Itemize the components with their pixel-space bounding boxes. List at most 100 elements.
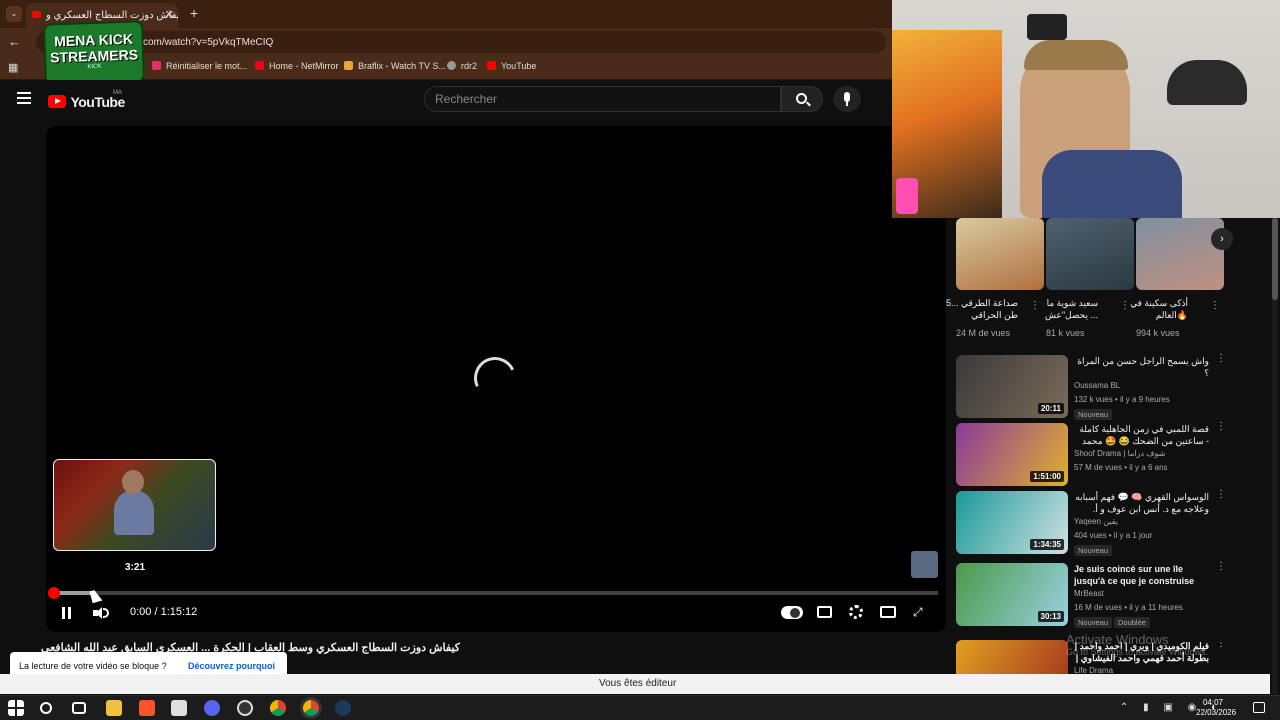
short-thumbnail[interactable] — [1046, 218, 1134, 290]
video-title-link[interactable]: Je suis coincé sur une île jusqu'à ce qu… — [1074, 563, 1209, 587]
video-duration: 20:11 — [1037, 403, 1064, 414]
short-title[interactable]: صداعة الطرقي ...5 طن الحراقي — [944, 297, 1018, 321]
bookmark-item[interactable]: Braflix - Watch TV S... — [344, 61, 446, 71]
banner-text: La lecture de votre vidéo se bloque ? — [19, 661, 167, 671]
logo-line-2: STREAMERS — [49, 46, 139, 66]
watermark-line-2: Go to Settings to activate Windows. — [1066, 647, 1209, 657]
recommendation-item[interactable]: 20:11 واش يسمح الراجل حسن من المراة ؟ Ou… — [956, 354, 1226, 420]
page-scrollbar[interactable] — [1272, 218, 1278, 694]
brave-browser-icon[interactable] — [139, 700, 155, 716]
video-thumbnail[interactable]: 20:11 — [956, 355, 1068, 418]
clock[interactable]: 04:07 22/03/2026 — [1196, 698, 1236, 718]
steam-icon[interactable] — [335, 700, 351, 716]
channel-name[interactable]: MrBeast — [1074, 589, 1104, 598]
video-menu-icon[interactable]: ⋮ — [1216, 490, 1226, 500]
video-title-link[interactable]: قصة اللمبي في زمن الجاهلية كاملة - ساعتي… — [1074, 423, 1209, 447]
video-duration: 30:13 — [1037, 611, 1064, 622]
video-thumbnail[interactable]: 30:13 — [956, 563, 1068, 626]
channel-name[interactable]: Life Drama — [1074, 666, 1113, 674]
voice-search-button[interactable] — [833, 86, 861, 112]
bookmark-icon — [447, 61, 456, 70]
bookmark-item[interactable]: Réinitialiser le mot... — [152, 61, 247, 71]
search-icon[interactable] — [40, 702, 52, 714]
editor-notice-text: Vous êtes éditeur — [599, 678, 677, 689]
bookmark-icon — [152, 61, 161, 70]
editor-notice-bar: Vous êtes éditeur — [0, 674, 1270, 694]
bookmark-icon — [255, 61, 264, 70]
video-menu-icon[interactable]: ⋮ — [1216, 640, 1226, 649]
learn-why-link[interactable]: Découvrez pourquoi — [188, 661, 275, 671]
new-tab-button[interactable]: + — [190, 5, 198, 21]
short-menu-icon[interactable]: ⋮ — [1120, 300, 1130, 311]
short-thumbnail[interactable] — [956, 218, 1044, 290]
video-meta: 16 M de vues • il y a 11 heures — [1074, 603, 1183, 612]
search-input[interactable]: Rechercher — [424, 86, 781, 112]
mena-kick-streamers-logo: MENA KICK STREAMERS KICK — [42, 20, 146, 86]
pause-button[interactable] — [61, 606, 73, 620]
recommendation-item[interactable]: 30:13 Je suis coincé sur une île jusqu'à… — [956, 562, 1226, 628]
short-thumbnail[interactable] — [1136, 218, 1224, 290]
bookmark-item[interactable]: YouTube — [487, 61, 536, 71]
windows-taskbar: ⌃ ▮ ▣ ◉ ◐ 04:07 22/03/2026 — [0, 695, 1280, 720]
channel-name[interactable]: Yaqeen يقين — [1074, 517, 1118, 526]
microsoft-store-icon[interactable] — [171, 700, 187, 716]
chrome-active-icon[interactable] — [303, 700, 319, 716]
watermark-line-1: Activate Windows — [1066, 632, 1169, 647]
channel-name[interactable]: Oussama BL — [1074, 381, 1120, 390]
apps-grid-icon[interactable]: ▦ — [8, 61, 18, 74]
video-meta: 404 vues • il y a 1 jour — [1074, 531, 1153, 540]
duration: 1:15:12 — [160, 606, 198, 618]
shorts-next-button[interactable]: › — [1211, 228, 1233, 250]
tab-list-button[interactable]: ⌄ — [6, 6, 22, 22]
new-badge: Nouveau — [1074, 545, 1113, 556]
autoplay-toggle[interactable] — [781, 606, 803, 619]
bookmark-item[interactable]: rdr2 — [447, 61, 477, 71]
video-menu-icon[interactable]: ⋮ — [1216, 354, 1226, 364]
video-thumbnail[interactable] — [956, 640, 1068, 674]
fullscreen-icon[interactable]: ⤢ — [913, 605, 927, 619]
menu-icon[interactable] — [17, 92, 31, 104]
short-menu-icon[interactable]: ⋮ — [1210, 300, 1220, 311]
url-text: com/watch?v=5pVkqTMeCIQ — [143, 37, 274, 48]
recommendation-item[interactable]: 1:51:00 قصة اللمبي في زمن الجاهلية كاملة… — [956, 422, 1226, 487]
task-view-icon[interactable] — [72, 702, 86, 714]
channel-name[interactable]: Shoof Drama | شوف دراما — [1074, 449, 1165, 458]
video-menu-icon[interactable]: ⋮ — [1216, 422, 1226, 432]
tab-close-icon[interactable]: ✕ — [165, 8, 174, 21]
video-meta: 132 k vues • il y a 9 heures — [1074, 395, 1170, 404]
theater-mode-icon[interactable] — [880, 606, 896, 618]
discord-icon[interactable] — [204, 700, 220, 716]
short-views: 81 k vues — [1046, 328, 1085, 338]
preview-timestamp: 3:21 — [124, 562, 145, 573]
video-meta: 57 M de vues • il y a 6 ans — [1074, 463, 1168, 472]
video-duration: 1:51:00 — [1030, 471, 1064, 482]
bookmark-item[interactable]: Home - NetMirror — [255, 61, 339, 71]
video-duration: 1:34:35 — [1030, 539, 1064, 550]
obs-icon[interactable] — [237, 700, 253, 716]
video-thumbnail[interactable]: 1:34:35 — [956, 491, 1068, 554]
video-title-link[interactable]: واش يسمح الراجل حسن من المراة ؟ — [1074, 355, 1209, 379]
file-explorer-icon[interactable] — [106, 700, 122, 716]
seek-preview-thumbnail — [53, 459, 216, 551]
channel-avatar-small[interactable] — [911, 551, 938, 578]
video-thumbnail[interactable]: 1:51:00 — [956, 423, 1068, 486]
bookmark-icon — [344, 61, 353, 70]
video-menu-icon[interactable]: ⋮ — [1216, 562, 1226, 572]
recommendation-item[interactable]: 1:34:35 الوسواس القهري 🧠 💬 فهم أسبابه وع… — [956, 490, 1226, 556]
short-menu-icon[interactable]: ⋮ — [1030, 300, 1040, 311]
video-title-link[interactable]: الوسواس القهري 🧠 💬 فهم أسبابه وعلاجه مع … — [1074, 491, 1209, 515]
chrome-icon[interactable] — [270, 700, 286, 716]
scrollbar-thumb[interactable] — [1272, 218, 1278, 300]
volume-button[interactable] — [93, 606, 111, 620]
windows-start-icon[interactable] — [8, 700, 24, 716]
youtube-tab-icon — [32, 11, 41, 18]
progress-bar[interactable] — [53, 591, 938, 595]
notifications-icon[interactable] — [1253, 702, 1265, 713]
time-display: 0:00 / 1:15:12 — [130, 606, 198, 618]
progress-scrubber[interactable] — [48, 587, 60, 599]
settings-gear-icon[interactable] — [849, 605, 863, 619]
search-button[interactable] — [781, 86, 823, 112]
back-arrow-icon[interactable]: ← — [8, 34, 21, 49]
bookmark-icon — [487, 61, 496, 70]
subtitles-icon[interactable] — [817, 606, 832, 618]
